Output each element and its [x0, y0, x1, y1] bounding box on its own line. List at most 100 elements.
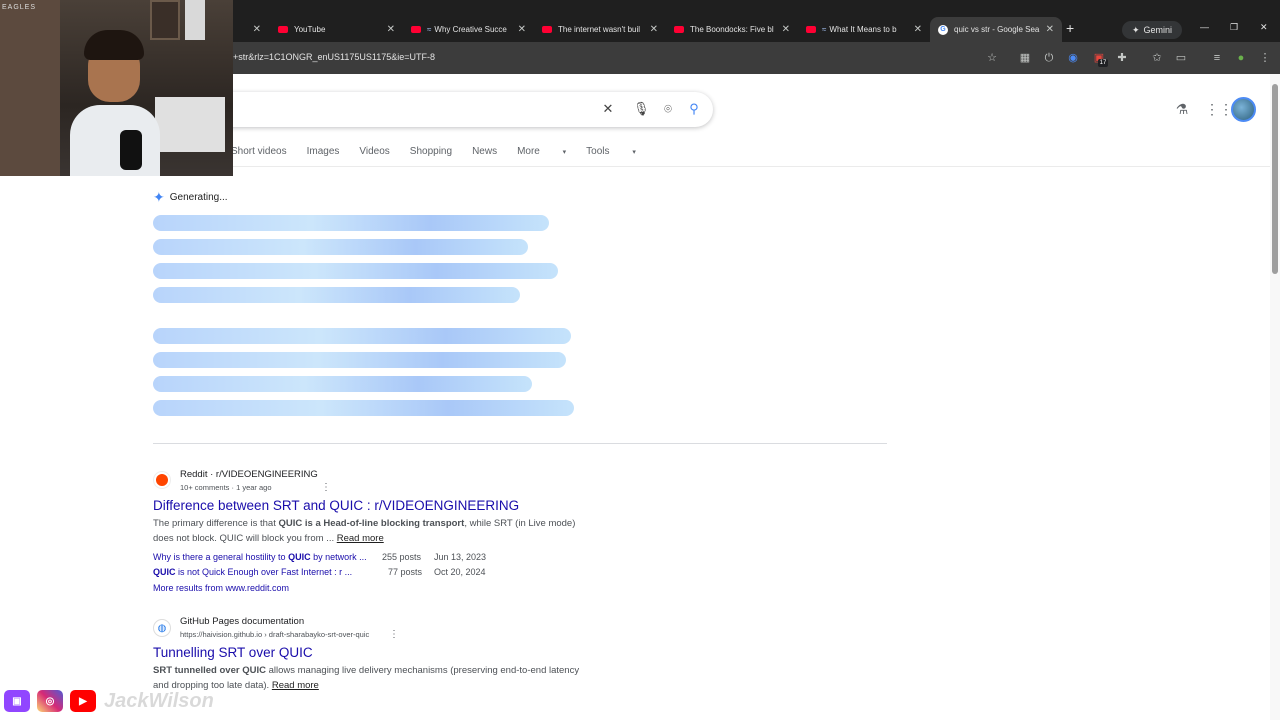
minimize-icon[interactable]: —: [1200, 22, 1209, 32]
youtube-icon: [806, 26, 816, 33]
search-icon[interactable]: ⚲: [686, 101, 702, 117]
loading-bar: [153, 328, 571, 344]
tab-what-it-means[interactable]: ≈ What It Means to b ✕: [798, 17, 930, 42]
snippet-bold: QUIC is a Head-of-line blocking transpor…: [278, 518, 465, 529]
wall-poster: [155, 97, 225, 152]
sublink-text: is not Quick Enough over Fast Internet :…: [175, 567, 353, 577]
ai-overview-status: ✦ Generating...: [153, 189, 228, 206]
puzzle-icon[interactable]: ✚: [1115, 51, 1129, 65]
tab-news[interactable]: News: [472, 146, 497, 157]
webcam-overlay: EAGLES: [0, 0, 233, 176]
clear-icon[interactable]: ✕: [600, 101, 616, 117]
labs-icon[interactable]: ⚗: [1173, 100, 1191, 118]
snippet-bold: SRT tunnelled over QUIC: [153, 665, 266, 676]
sub-result-date: Oct 20, 2024: [434, 567, 486, 577]
tab-title: YouTube: [294, 25, 326, 34]
sparkle-icon: ✦: [1132, 24, 1140, 35]
menu-icon[interactable]: ⋮: [1258, 51, 1272, 65]
tab-tools[interactable]: Tools ▾: [586, 146, 636, 157]
scrollbar-thumb[interactable]: [1272, 84, 1278, 274]
loading-bar: [153, 287, 520, 303]
window-close-icon[interactable]: ✕: [1260, 22, 1268, 33]
wall-frame: [185, 0, 205, 40]
close-icon[interactable]: ✕: [782, 24, 790, 35]
close-icon[interactable]: ✕: [518, 24, 526, 35]
tab-title: Why Creative Succe: [434, 25, 507, 34]
apps-grid-icon[interactable]: ⋮⋮: [1205, 100, 1233, 118]
tab-blank[interactable]: ✕: [233, 17, 269, 42]
reddit-icon: [153, 471, 171, 489]
tab-more[interactable]: More ▾: [517, 146, 566, 157]
power-icon[interactable]: ⏻: [1042, 51, 1056, 65]
tab-title: The Boondocks: Five bl: [690, 25, 774, 34]
search-nav-tabs: Short videos Images Videos Shopping News…: [231, 146, 656, 157]
microphone-icon[interactable]: 🎙: [633, 101, 650, 117]
result-meta: https://haivision.github.io › draft-shar…: [180, 630, 370, 639]
extension-icon[interactable]: ▦: [1018, 51, 1032, 65]
globe-icon: ◍: [153, 619, 171, 637]
tab-shopping[interactable]: Shopping: [410, 146, 452, 157]
chevron-down-icon: ▾: [562, 149, 567, 156]
close-icon[interactable]: ✕: [914, 24, 922, 35]
audio-icon: ≈: [822, 25, 827, 34]
more-results-link[interactable]: More results from www.reddit.com: [153, 583, 289, 593]
tab-title: What It Means to b: [829, 25, 897, 34]
screen: ✕ YouTube ✕ ≈ Why Creative Succe ✕ The i…: [0, 0, 1280, 720]
result-options-icon[interactable]: ⋮: [321, 482, 331, 493]
avatar[interactable]: [1231, 97, 1256, 122]
tab-why-creative[interactable]: ≈ Why Creative Succe ✕: [403, 17, 534, 42]
chevron-down-icon: ▾: [632, 149, 636, 156]
sublink-text: by network ...: [310, 552, 367, 562]
result-title-link[interactable]: Tunnelling SRT over QUIC: [153, 645, 313, 660]
result-options-icon[interactable]: ⋮: [389, 629, 399, 640]
sub-result-posts: 255 posts: [382, 552, 422, 562]
read-more-link[interactable]: Read more: [337, 533, 384, 544]
profile-icon[interactable]: ●: [1234, 51, 1248, 65]
audio-icon: ≈: [427, 25, 432, 34]
loading-bar: [153, 239, 528, 255]
tab-videos[interactable]: Videos: [359, 146, 389, 157]
gemini-label: Gemini: [1143, 25, 1173, 35]
tab-google-search[interactable]: G quic vs str - Google Sea ✕: [930, 17, 1062, 42]
result-title-link[interactable]: Difference between SRT and QUIC : r/VIDE…: [153, 498, 519, 513]
bookmark-star-icon[interactable]: ☆: [985, 51, 999, 65]
tab-internet[interactable]: The internet wasn't buil ✕: [534, 17, 666, 42]
close-icon[interactable]: ✕: [253, 24, 261, 35]
sub-result-link[interactable]: QUIC is not Quick Enough over Fast Inter…: [153, 567, 352, 577]
media-icon[interactable]: ≡: [1210, 51, 1224, 65]
sub-result-link[interactable]: Why is there a general hostility to QUIC…: [153, 552, 367, 562]
tab-short-videos[interactable]: Short videos: [231, 146, 287, 157]
section-divider: [153, 443, 887, 444]
cam-sign-text: EAGLES: [2, 4, 37, 11]
restore-icon[interactable]: ❐: [1230, 22, 1238, 33]
tab-youtube[interactable]: YouTube ✕: [270, 17, 403, 42]
close-icon[interactable]: ✕: [650, 24, 658, 35]
loading-bar: [153, 263, 558, 279]
result-meta: 10+ comments · 1 year ago: [180, 483, 272, 492]
sublink-bold: QUIC: [288, 552, 311, 562]
close-icon[interactable]: ✕: [387, 24, 395, 35]
tab-images[interactable]: Images: [307, 146, 340, 157]
tab-boondocks[interactable]: The Boondocks: Five bl ✕: [666, 17, 798, 42]
gemini-button[interactable]: ✦ Gemini: [1122, 21, 1183, 39]
tab-title: The internet wasn't buil: [558, 25, 641, 34]
youtube-icon: [674, 26, 684, 33]
microphone: [120, 130, 142, 170]
instagram-icon: ◎: [37, 690, 63, 712]
sublink-bold: QUIC: [153, 567, 176, 577]
sub-result-posts: 77 posts: [388, 567, 423, 577]
favorites-icon[interactable]: ✩: [1150, 51, 1164, 65]
tools-label: Tools: [586, 146, 610, 157]
youtube-icon: [411, 26, 421, 33]
lens-icon[interactable]: ⌾: [660, 101, 676, 117]
streamer: [70, 30, 160, 176]
reading-list-icon[interactable]: ▭: [1174, 51, 1188, 65]
extension-badge: 17: [1098, 59, 1108, 67]
read-more-link[interactable]: Read more: [272, 680, 319, 691]
result-source: GitHub Pages documentation: [180, 616, 305, 627]
webcam-background: [0, 0, 60, 176]
new-tab-button[interactable]: +: [1066, 20, 1074, 36]
audio-extension-icon[interactable]: ◉: [1066, 51, 1080, 65]
address-bar[interactable]: +str&rlz=1C1ONGR_enUS1175US1175&ie=UTF-8: [233, 52, 435, 62]
close-icon[interactable]: ✕: [1046, 24, 1054, 35]
